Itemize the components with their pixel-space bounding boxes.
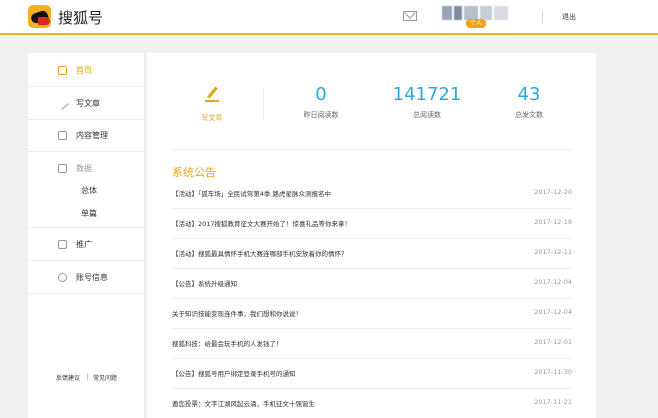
write-article-label: 写文章: [201, 114, 223, 122]
stat-total-reads: 141721 总阅读数: [377, 83, 477, 120]
sidebar-item-home[interactable]: 首页: [28, 56, 144, 86]
sidebar-divider: [28, 119, 144, 120]
pen-icon: [205, 86, 219, 102]
notice-row[interactable]: 邀您投票：文字江湖风起云涌，手机征文十强诞生 2017-11-21: [172, 389, 572, 418]
user-type-badge: 个人: [466, 19, 487, 28]
stat-divider: [263, 89, 264, 119]
stat-yesterday-reads: 0 昨日阅读数: [271, 83, 371, 120]
notice-title[interactable]: 【活动】2017搜狐教育征文大赛开始了！惊喜礼品等你来拿！: [172, 218, 351, 228]
notice-row[interactable]: 【活动】「狐车场」全民试驾第4季 路虎星脉众测报名中 2017-12-20: [172, 179, 572, 209]
sidebar-divider: [28, 227, 144, 228]
pen-icon: [56, 97, 69, 110]
sidebar: 首页 写文章 内容管理 数据 总体 单篇 推广 账号信息 反馈建议 常见问题: [28, 53, 144, 418]
sidebar-item-label: 推广: [76, 240, 92, 249]
notice-row[interactable]: 【活动】搜狐最具情怀手机大赛连哪部手机安放着你的情怀？ 2017-12-11: [172, 239, 572, 269]
sidebar-item-label: 内容管理: [76, 131, 108, 140]
chart-icon: [58, 164, 67, 173]
notice-row[interactable]: 【公告】系统升级通知 2017-12-04: [172, 269, 572, 299]
sidebar-item-promotion[interactable]: 推广: [28, 230, 144, 260]
header-divider: [542, 10, 543, 24]
mail-icon[interactable]: [403, 11, 417, 21]
notice-row[interactable]: 【活动】2017搜狐教育征文大赛开始了！惊喜礼品等你来拿！ 2017-12-18: [172, 209, 572, 239]
notice-title[interactable]: 【活动】「狐车场」全民试驾第4季 路虎星脉众测报名中: [172, 188, 331, 198]
notice-row[interactable]: 关于知识技能变现连件事，我们想和你说说！ 2017-12-04: [172, 299, 572, 329]
sohu-logo-icon[interactable]: [28, 5, 51, 28]
footer-link-divider: [87, 373, 88, 381]
document-icon: [58, 131, 67, 140]
gear-icon: [58, 273, 67, 282]
stat-total-posts: 43 总发文数: [479, 83, 579, 120]
sidebar-item-label: 账号信息: [76, 273, 108, 282]
stat-label: 总阅读数: [413, 111, 441, 119]
notice-title[interactable]: 关于知识技能变现连件事，我们想和你说说！: [172, 308, 302, 318]
brand-title[interactable]: 搜狐号: [58, 7, 103, 28]
notice-date: 2017-12-11: [534, 248, 572, 256]
sidebar-item-label: 写文章: [76, 99, 100, 108]
notice-date: 2017-12-04: [534, 308, 572, 316]
faq-link[interactable]: 常见问题: [93, 373, 117, 382]
home-icon: [58, 66, 67, 75]
sidebar-item-write[interactable]: 写文章: [28, 89, 144, 119]
notice-section-title: 系统公告: [172, 166, 216, 179]
notice-date: 2017-12-04: [534, 278, 572, 286]
notice-title[interactable]: 【公告】搜狐号用户绑定登录手机号的通知: [172, 368, 296, 378]
logout-link[interactable]: 退出: [562, 12, 576, 22]
sidebar-item-data[interactable]: 数据: [28, 154, 144, 184]
stat-value: 141721: [392, 84, 462, 105]
sidebar-subitem-overall[interactable]: 总体: [81, 185, 97, 196]
sidebar-subitem-single[interactable]: 单篇: [81, 208, 97, 219]
notice-title[interactable]: 搜狐科技：给最会玩手机的人发钱了！: [172, 338, 283, 348]
stat-label: 昨日阅读数: [303, 111, 339, 119]
sidebar-divider: [28, 151, 144, 152]
notice-title[interactable]: 邀您投票：文字江湖风起云涌，手机征文十强诞生: [172, 398, 315, 408]
notice-date: 2017-11-30: [534, 368, 572, 376]
top-bar: 搜狐号 个人 退出: [0, 0, 658, 35]
stat-value: 0: [315, 84, 327, 105]
sidebar-divider: [28, 293, 144, 294]
sidebar-item-label: 数据: [76, 164, 92, 173]
stat-label: 总发文数: [515, 111, 543, 119]
feedback-link[interactable]: 反馈建议: [56, 373, 80, 382]
notice-date: 2017-12-20: [534, 188, 572, 196]
user-avatar[interactable]: 个人: [442, 6, 510, 28]
notice-row[interactable]: 【公告】搜狐号用户绑定登录手机号的通知 2017-11-30: [172, 359, 572, 389]
main-panel: 写文章 0 昨日阅读数 141721 总阅读数 43 总发文数 系统公告 【活动…: [147, 53, 596, 418]
notice-date: 2017-12-01: [534, 338, 572, 346]
sidebar-item-account[interactable]: 账号信息: [28, 263, 144, 293]
sidebar-divider: [28, 86, 144, 87]
sidebar-item-label: 首页: [76, 66, 92, 75]
stat-value: 43: [517, 84, 541, 105]
write-article-shortcut[interactable]: 写文章: [162, 83, 262, 123]
notice-title[interactable]: 【公告】系统升级通知: [172, 278, 237, 288]
sidebar-divider: [28, 260, 144, 261]
notice-date: 2017-12-18: [534, 218, 572, 226]
megaphone-icon: [58, 240, 67, 249]
notice-title[interactable]: 【活动】搜狐最具情怀手机大赛连哪部手机安放着你的情怀？: [172, 248, 348, 258]
notice-date: 2017-11-21: [534, 398, 572, 406]
sidebar-item-content[interactable]: 内容管理: [28, 121, 144, 151]
notice-row[interactable]: 搜狐科技：给最会玩手机的人发钱了！ 2017-12-01: [172, 329, 572, 359]
section-divider: [172, 149, 572, 150]
